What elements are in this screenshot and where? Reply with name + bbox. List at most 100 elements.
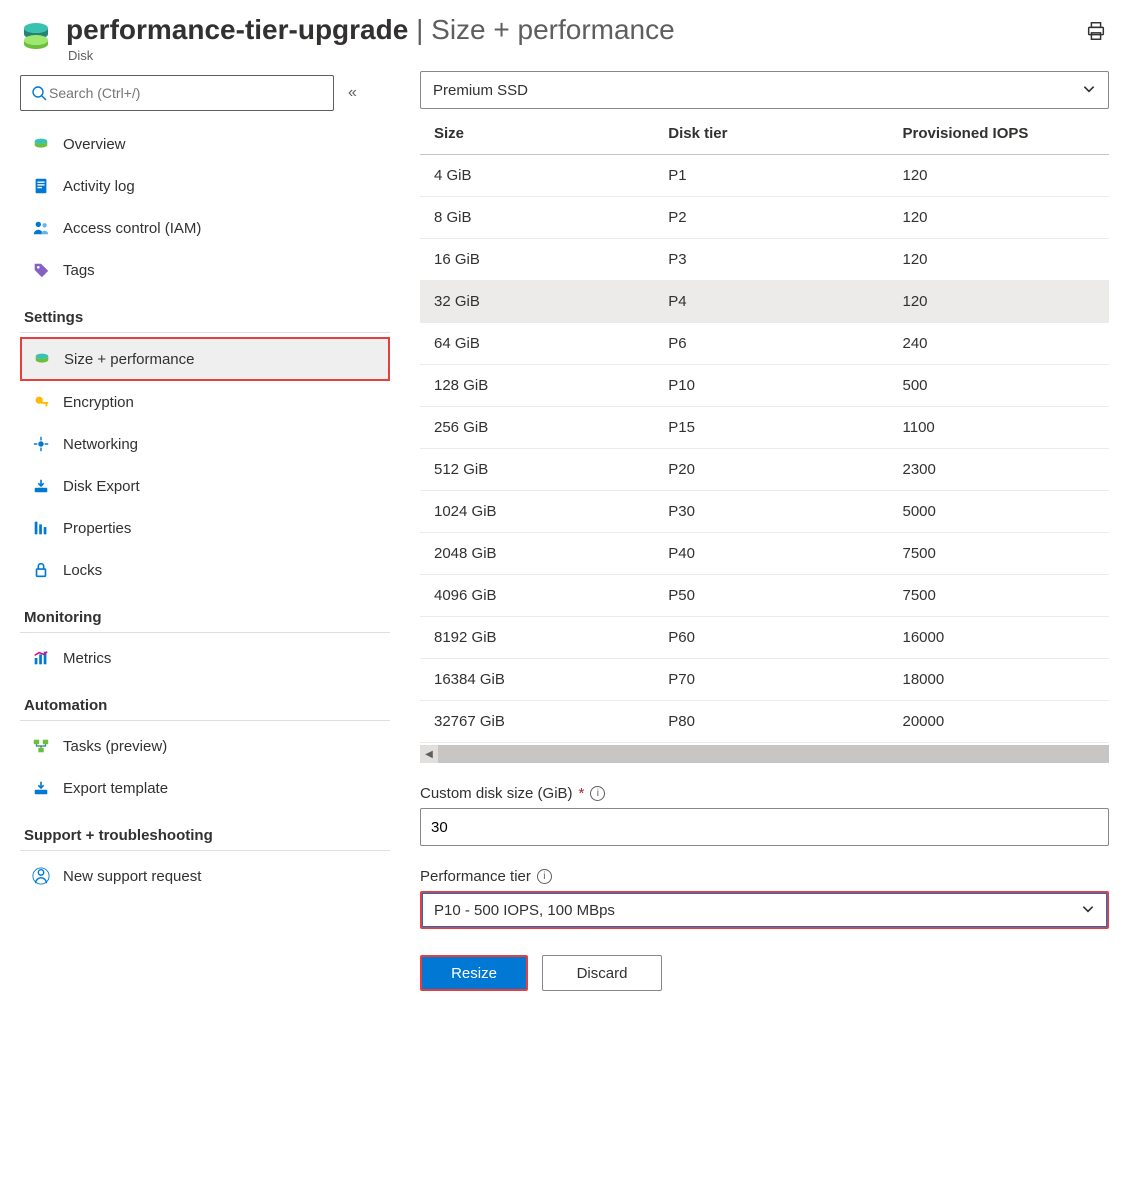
disk-icon: [20, 18, 52, 50]
table-row[interactable]: 8192 GiBP6016000: [420, 617, 1109, 659]
table-row[interactable]: 512 GiBP202300: [420, 449, 1109, 491]
cell-size: 16384 GiB: [420, 659, 654, 701]
table-row[interactable]: 4096 GiBP507500: [420, 575, 1109, 617]
sidebar-item-size[interactable]: Size + performance: [20, 337, 390, 381]
table-row[interactable]: 2048 GiBP407500: [420, 533, 1109, 575]
metrics-icon: [31, 648, 51, 668]
print-icon[interactable]: [1085, 20, 1107, 45]
page-title: performance-tier-upgrade | Size + perfor…: [66, 14, 1085, 46]
sidebar-item-label: Tags: [63, 262, 95, 279]
cell-size: 4 GiB: [420, 155, 654, 197]
sidebar-item-metrics[interactable]: Metrics: [20, 637, 390, 679]
sidebar-item-label: Encryption: [63, 394, 134, 411]
sidebar-item-iam[interactable]: Access control (IAM): [20, 207, 390, 249]
custom-size-input[interactable]: [420, 808, 1109, 846]
export-icon: [31, 778, 51, 798]
cell-iops: 16000: [889, 617, 1110, 659]
cell-size: 1024 GiB: [420, 491, 654, 533]
cell-iops: 5000: [889, 491, 1110, 533]
cell-tier: P6: [654, 323, 888, 365]
sidebar-item-label: New support request: [63, 868, 201, 885]
cell-tier: P15: [654, 407, 888, 449]
cell-tier: P50: [654, 575, 888, 617]
sidebar-item-tags[interactable]: Tags: [20, 249, 390, 291]
table-row[interactable]: 32 GiBP4120: [420, 281, 1109, 323]
cell-tier: P40: [654, 533, 888, 575]
cell-size: 128 GiB: [420, 365, 654, 407]
disk-sku-dropdown[interactable]: Premium SSD: [420, 71, 1109, 109]
custom-size-label: Custom disk size (GiB) * i: [420, 785, 1109, 802]
cell-iops: 1100: [889, 407, 1110, 449]
cell-iops: 7500: [889, 533, 1110, 575]
sidebar-item-label: Access control (IAM): [63, 220, 201, 237]
cell-tier: P3: [654, 239, 888, 281]
group-settings: Settings: [20, 291, 390, 333]
sidebar-item-newrequest[interactable]: New support request: [20, 855, 390, 897]
table-row[interactable]: 16 GiBP3120: [420, 239, 1109, 281]
cell-size: 512 GiB: [420, 449, 654, 491]
resource-type-label: Disk: [68, 48, 1085, 63]
info-icon[interactable]: i: [590, 786, 605, 801]
locks-icon: [31, 560, 51, 580]
horizontal-scrollbar[interactable]: ◀: [420, 745, 1109, 763]
sidebar-item-label: Metrics: [63, 650, 111, 667]
cell-tier: P80: [654, 701, 888, 743]
discard-button[interactable]: Discard: [542, 955, 662, 991]
table-row[interactable]: 64 GiBP6240: [420, 323, 1109, 365]
col-size[interactable]: Size: [420, 113, 654, 155]
search-input[interactable]: [49, 85, 325, 101]
sidebar-item-locks[interactable]: Locks: [20, 549, 390, 591]
sidebar-item-export[interactable]: Export template: [20, 767, 390, 809]
cell-iops: 500: [889, 365, 1110, 407]
cell-iops: 120: [889, 155, 1110, 197]
scroll-left-arrow[interactable]: ◀: [420, 745, 438, 763]
resize-button[interactable]: Resize: [420, 955, 528, 991]
sidebar-item-encryption[interactable]: Encryption: [20, 381, 390, 423]
table-row[interactable]: 16384 GiBP7018000: [420, 659, 1109, 701]
table-row[interactable]: 1024 GiBP305000: [420, 491, 1109, 533]
cell-size: 16 GiB: [420, 239, 654, 281]
sidebar-item-overview[interactable]: Overview: [20, 123, 390, 165]
search-icon: [29, 83, 49, 103]
search-input-wrapper[interactable]: [20, 75, 334, 111]
cell-tier: P20: [654, 449, 888, 491]
cell-iops: 240: [889, 323, 1110, 365]
cell-tier: P60: [654, 617, 888, 659]
sidebar-item-networking[interactable]: Networking: [20, 423, 390, 465]
collapse-sidebar-button[interactable]: «: [348, 84, 357, 102]
size-table: Size Disk tier Provisioned IOPS 4 GiBP11…: [420, 113, 1109, 743]
cell-iops: 20000: [889, 701, 1110, 743]
sidebar-item-diskexport[interactable]: Disk Export: [20, 465, 390, 507]
info-icon[interactable]: i: [537, 869, 552, 884]
table-row[interactable]: 8 GiBP2120: [420, 197, 1109, 239]
scroll-thumb[interactable]: [438, 745, 1109, 763]
table-row[interactable]: 32767 GiBP8020000: [420, 701, 1109, 743]
col-tier[interactable]: Disk tier: [654, 113, 888, 155]
blade-header: performance-tier-upgrade | Size + perfor…: [0, 0, 1127, 71]
tasks-icon: [31, 736, 51, 756]
sidebar-item-label: Tasks (preview): [63, 738, 167, 755]
cell-tier: P30: [654, 491, 888, 533]
cell-tier: P1: [654, 155, 888, 197]
performance-tier-label: Performance tier i: [420, 868, 1109, 885]
cell-tier: P70: [654, 659, 888, 701]
col-iops[interactable]: Provisioned IOPS: [889, 113, 1110, 155]
sidebar-item-label: Disk Export: [63, 478, 140, 495]
table-row[interactable]: 256 GiBP151100: [420, 407, 1109, 449]
performance-tier-dropdown[interactable]: P10 - 500 IOPS, 100 MBps: [420, 891, 1109, 929]
table-row[interactable]: 128 GiBP10500: [420, 365, 1109, 407]
cell-iops: 120: [889, 281, 1110, 323]
sidebar-item-label: Overview: [63, 136, 126, 153]
sidebar-item-label: Export template: [63, 780, 168, 797]
table-row[interactable]: 4 GiBP1120: [420, 155, 1109, 197]
cell-size: 32 GiB: [420, 281, 654, 323]
activity-icon: [31, 176, 51, 196]
size-icon: [32, 349, 52, 369]
sidebar-item-properties[interactable]: Properties: [20, 507, 390, 549]
overview-icon: [31, 134, 51, 154]
sidebar-item-activity[interactable]: Activity log: [20, 165, 390, 207]
cell-size: 32767 GiB: [420, 701, 654, 743]
cell-iops: 2300: [889, 449, 1110, 491]
sidebar-item-tasks[interactable]: Tasks (preview): [20, 725, 390, 767]
group-monitoring: Monitoring: [20, 591, 390, 633]
